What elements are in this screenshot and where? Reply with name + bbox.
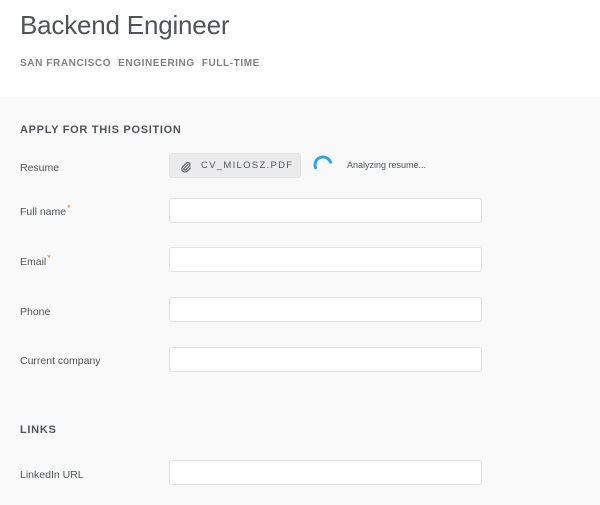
- resume-filename: CV_MILOSZ.PDF: [201, 160, 294, 171]
- email-input[interactable]: [169, 247, 482, 272]
- full-name-input[interactable]: [169, 198, 482, 223]
- spinner-icon: [311, 153, 335, 177]
- resume-label: Resume: [20, 162, 60, 174]
- email-label: Email*: [20, 253, 51, 268]
- application-form: APPLY FOR THIS POSITION Resume CV_MILOSZ…: [0, 97, 600, 505]
- linkedin-input[interactable]: [169, 460, 482, 485]
- current-company-input[interactable]: [169, 347, 482, 372]
- job-header: Backend Engineer SAN FRANCISCO ENGINEERI…: [0, 0, 600, 97]
- full-name-label: Full name*: [20, 203, 71, 218]
- phone-label: Phone: [20, 306, 51, 318]
- paperclip-icon: [180, 160, 192, 173]
- job-commitment-tag: FULL-TIME: [201, 58, 260, 69]
- resume-upload-button[interactable]: CV_MILOSZ.PDF: [169, 153, 301, 178]
- job-team-tag: ENGINEERING: [118, 58, 195, 69]
- email-label-text: Email: [20, 256, 47, 268]
- job-tags: SAN FRANCISCO ENGINEERING FULL-TIME: [20, 58, 260, 69]
- apply-section-title: APPLY FOR THIS POSITION: [20, 124, 182, 136]
- links-section-title: LINKS: [20, 424, 57, 436]
- job-title: Backend Engineer: [20, 10, 230, 40]
- full-name-label-text: Full name: [20, 206, 67, 218]
- current-company-label: Current company: [20, 355, 101, 367]
- linkedin-label: LinkedIn URL: [20, 469, 84, 481]
- phone-input[interactable]: [169, 297, 482, 322]
- job-location-tag: SAN FRANCISCO: [20, 58, 112, 69]
- resume-status-text: Analyzing resume...: [347, 160, 427, 170]
- required-marker: *: [67, 203, 71, 213]
- required-marker: *: [47, 253, 51, 263]
